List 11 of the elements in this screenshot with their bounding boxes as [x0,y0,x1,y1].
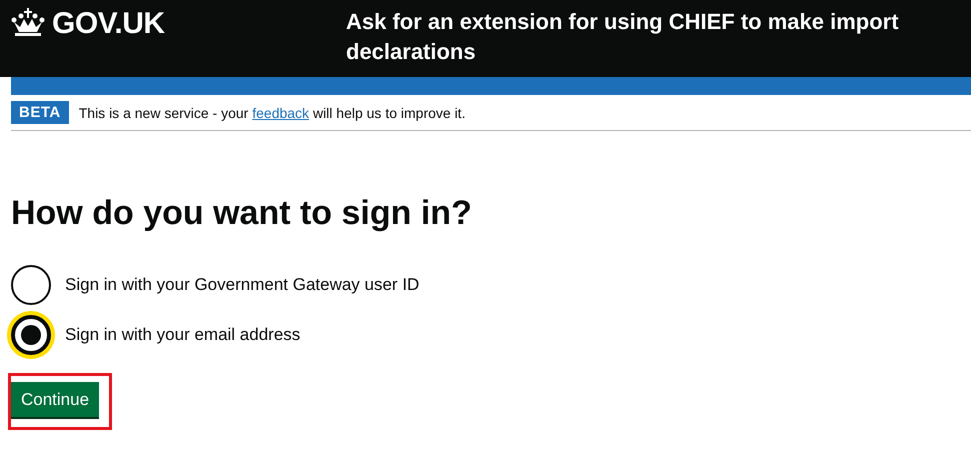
phase-tag: BETA [11,101,69,124]
crown-icon [10,8,46,38]
radio-label[interactable]: Sign in with your Government Gateway user ID [65,275,420,295]
phase-banner-text: This is a new service - your feedback will help us to improve it. [78,104,466,120]
continue-button[interactable]: Continue [11,382,100,417]
service-name[interactable]: Ask for an extension for using CHIEF to make import declarations [346,0,916,77]
logo-text[interactable]: GOV.UK [52,5,165,43]
radio-label[interactable]: Sign in with your email address [65,325,300,345]
feedback-link[interactable]: feedback [252,104,310,120]
page-heading: How do you want to sign in? [11,193,472,233]
radio-button[interactable] [11,265,51,305]
